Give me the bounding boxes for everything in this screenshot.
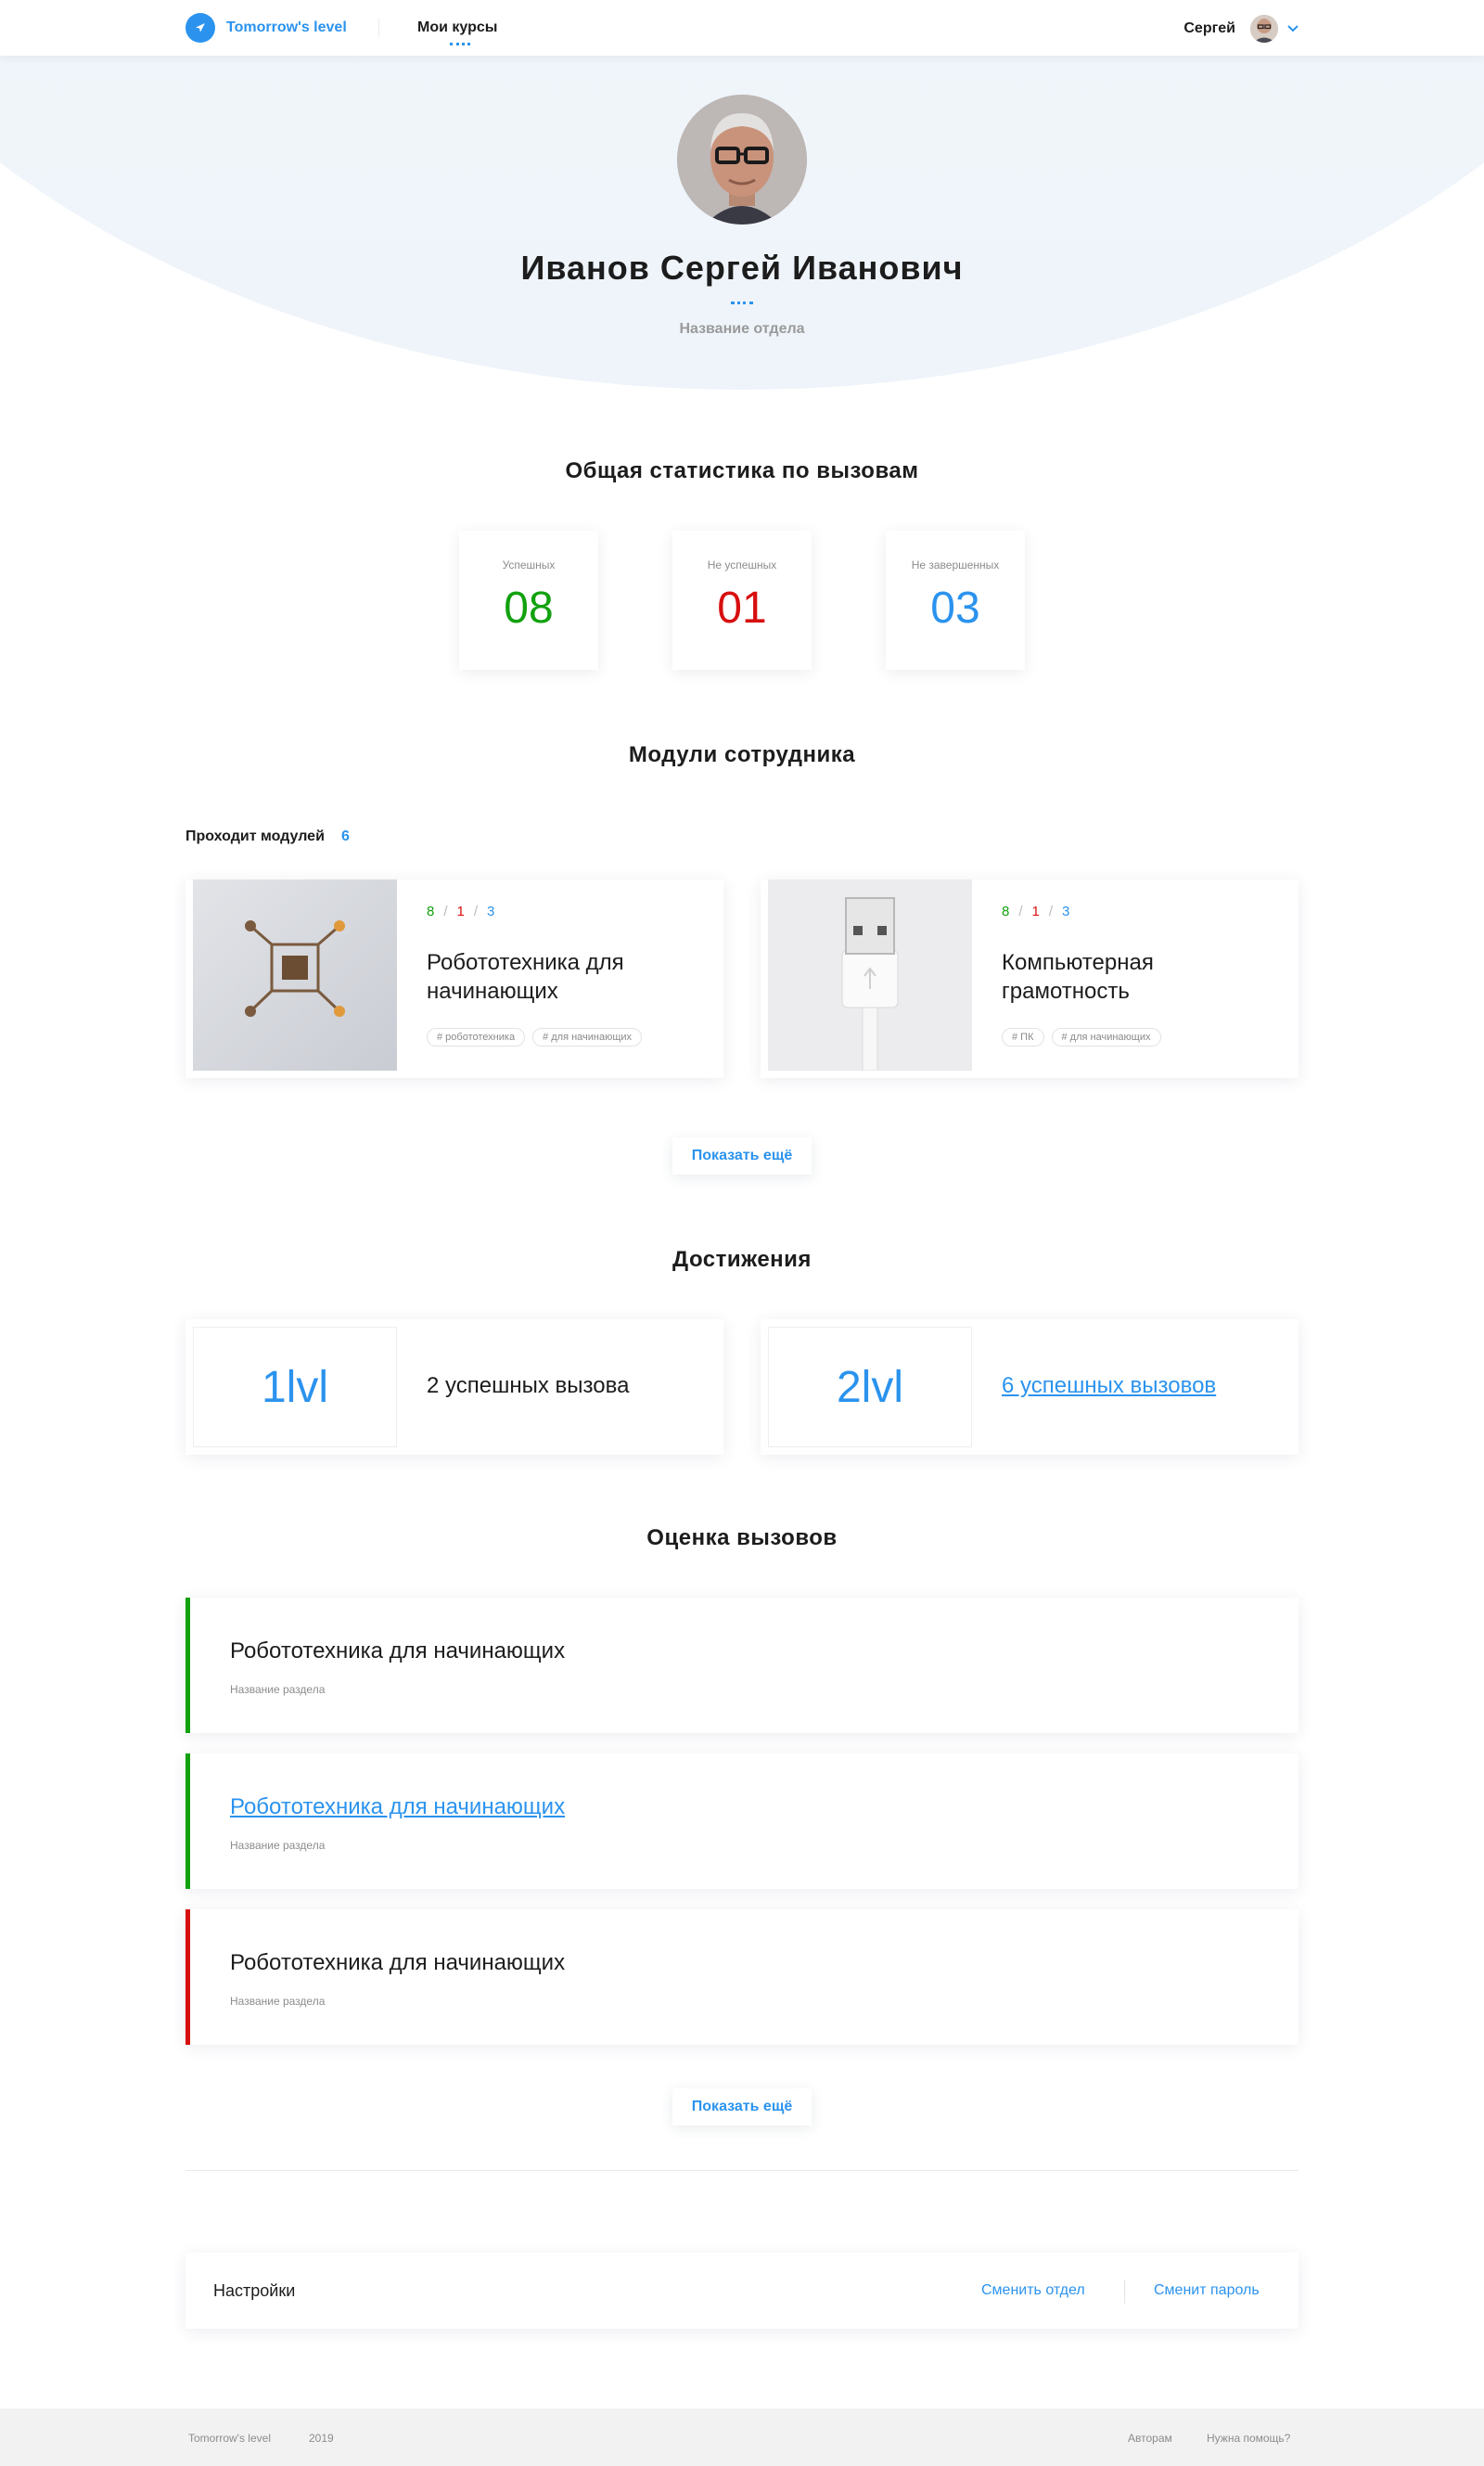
chevron-down-icon [1287, 25, 1298, 32]
module-title: Компьютерная грамотность [1002, 950, 1154, 1004]
module-image-usb [768, 880, 972, 1071]
brand-name: Tomorrow's level [226, 19, 347, 35]
evaluation-item-section: Название раздела [230, 1995, 326, 2008]
footer-brand: Tomorrow's level [188, 2432, 271, 2445]
module-stats: 8 / 1 / 3 [1002, 904, 1069, 919]
achievement-level: 2lvl [768, 1327, 972, 1447]
module-fail-count: 1 [456, 904, 465, 919]
achievements-title: Достижения [672, 1247, 812, 1272]
module-tags: # робототехника # для начинающих [427, 1028, 649, 1047]
profile-department: Название отдела [679, 321, 805, 337]
footer: Tomorrow's level 2019 Авторам Нужна помо… [0, 2408, 1484, 2466]
title-divider [731, 302, 753, 304]
nav-my-courses[interactable]: Мои курсы [417, 19, 497, 36]
achievement-link[interactable]: 6 успешных вызовов [1002, 1373, 1216, 1399]
user-menu[interactable]: Сергей [1183, 15, 1298, 43]
evaluation-item[interactable]: Робототехника для начинающих Название ра… [186, 1753, 1298, 1889]
footer-authors-link[interactable]: Авторам [1128, 2432, 1172, 2445]
avatar [1250, 15, 1278, 43]
modules-in-progress-count: 6 [341, 828, 350, 844]
module-image-drone [193, 880, 397, 1071]
stat-label: Не завершенных [911, 559, 1000, 572]
module-tags: # ПК # для начинающих [1002, 1028, 1169, 1047]
evaluation-item-link[interactable]: Робототехника для начинающих [230, 1794, 565, 1820]
evaluation-item-section: Название раздела [230, 1683, 326, 1696]
module-success-count: 8 [427, 904, 435, 919]
settings-title: Настройки [213, 2281, 296, 2300]
settings-panel: Настройки Сменить отдел Сменит пароль [186, 2253, 1298, 2329]
module-tag[interactable]: # ПК [1002, 1028, 1044, 1047]
show-more-modules-button[interactable]: Показать ещё [672, 1137, 812, 1175]
module-tag[interactable]: # для начинающих [532, 1028, 643, 1047]
footer-year: 2019 [309, 2432, 334, 2445]
stat-value: 08 [504, 584, 554, 633]
module-pending-count: 3 [487, 904, 495, 919]
change-password-link[interactable]: Сменит пароль [1154, 2282, 1260, 2299]
evaluation-item-title: Робототехника для начинающих [230, 1638, 566, 1663]
module-title: Робототехника для начинающих [427, 950, 624, 1004]
nav-active-indicator [450, 43, 470, 45]
modules-title: Модули сотрудника [628, 742, 856, 767]
stats-title: Общая статистика по вызовам [565, 458, 919, 483]
achievement-card: 1lvl 2 успешных вызова [186, 1319, 723, 1455]
stat-fail-card: Не успешных 01 [672, 531, 812, 670]
module-card[interactable]: 8 / 1 / 3 Робототехника для начинающих # роб… [186, 880, 723, 1078]
module-success-count: 8 [1002, 904, 1010, 919]
brand-logo[interactable]: Tomorrow's level [186, 13, 347, 43]
module-tag[interactable]: # для начинающих [1051, 1028, 1161, 1047]
stat-value: 01 [717, 584, 767, 633]
achievement-level: 1lvl [193, 1327, 397, 1447]
stats-separator: / [1018, 904, 1023, 919]
evaluation-title: Оценка вызовов [646, 1525, 838, 1550]
module-tag[interactable]: # робототехника [427, 1028, 526, 1047]
settings-divider [1124, 2280, 1125, 2304]
footer-help-link[interactable]: Нужна помощь? [1207, 2432, 1290, 2445]
user-name: Сергей [1183, 20, 1235, 36]
module-card[interactable]: 8 / 1 / 3 Компьютерная грамотность # ПК # дл… [761, 880, 1298, 1078]
top-header: Tomorrow's level Мои курсы Сергей [0, 0, 1484, 56]
module-pending-count: 3 [1062, 904, 1070, 919]
module-stats: 8 / 1 / 3 [427, 904, 494, 919]
evaluation-item[interactable]: Робототехника для начинающих Название ра… [186, 1598, 1298, 1733]
profile-name: Иванов Сергей Иванович [520, 249, 964, 287]
module-fail-count: 1 [1031, 904, 1040, 919]
stat-pending-card: Не завершенных 03 [886, 531, 1025, 670]
stats-separator: / [443, 904, 448, 919]
evaluation-item[interactable]: Робототехника для начинающих Название ра… [186, 1909, 1298, 2045]
evaluation-item-section: Название раздела [230, 1839, 326, 1852]
profile-avatar [677, 95, 807, 225]
achievement-text: 2 успешных вызова [427, 1373, 630, 1398]
section-divider [186, 2170, 1298, 2171]
stat-value: 03 [930, 584, 980, 633]
stat-label: Успешных [502, 559, 556, 572]
achievement-card[interactable]: 2lvl 6 успешных вызовов [761, 1319, 1298, 1455]
stats-separator: / [473, 904, 479, 919]
rocket-icon [186, 13, 215, 43]
change-department-link[interactable]: Сменить отдел [981, 2282, 1085, 2299]
stat-label: Не успешных [707, 559, 777, 572]
header-divider [378, 19, 379, 37]
evaluation-item-title: Робототехника для начинающих [230, 1950, 566, 1975]
show-more-evaluations-button[interactable]: Показать ещё [672, 2088, 812, 2126]
stats-separator: / [1048, 904, 1054, 919]
modules-in-progress-label: Проходит модулей [186, 828, 325, 844]
stat-success-card: Успешных 08 [459, 531, 598, 670]
